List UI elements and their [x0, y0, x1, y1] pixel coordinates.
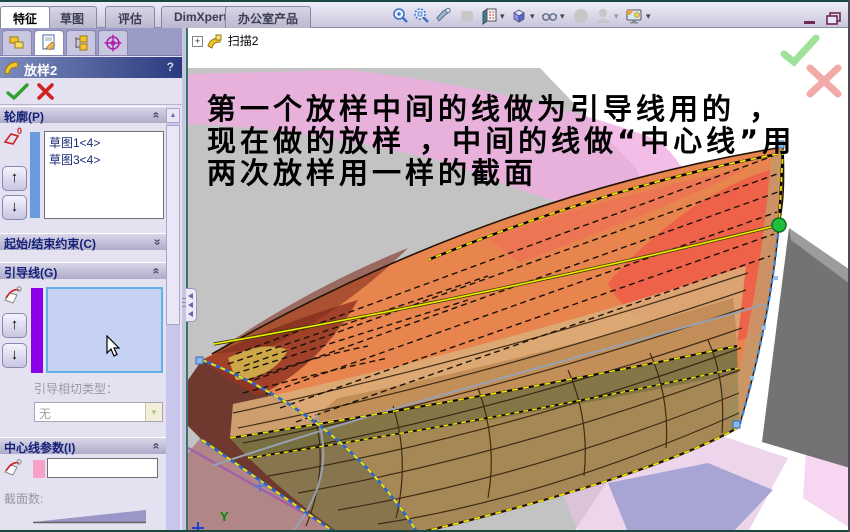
sweep-feature-icon [207, 34, 222, 50]
tangency-type-label: 引导相切类型： [34, 382, 119, 396]
tab-sketch[interactable]: 草图 [47, 6, 98, 28]
profiles-listbox[interactable]: 草图1<4> 草图3<4> [44, 131, 164, 219]
dropdown-arrow-icon[interactable]: ▾ [530, 11, 535, 22]
expand-chevron-icon[interactable]: « [150, 239, 164, 246]
help-button[interactable]: ? [167, 60, 174, 74]
tangency-value: 无 [39, 407, 52, 421]
collapse-chevron-icon[interactable]: « [150, 443, 164, 450]
section-count-slider[interactable] [33, 506, 146, 526]
configuration-manager-tab[interactable] [66, 30, 96, 56]
graphics-viewport[interactable]: Y + 扫描2 第一个放样中间的线做为引导线用的 ， 现在做的放样 ，中间的线做… [186, 28, 850, 532]
centerline-textbox[interactable] [47, 458, 158, 478]
dimxpert-manager-tab[interactable] [98, 30, 128, 56]
tab-evaluate[interactable]: 评估 [105, 6, 156, 28]
centerline-selector-icon [4, 459, 22, 476]
command-manager-toolbar: 特征 草图 评估 DimXpert 办公室产品 ▾ ▾ ▾ ▾ ▾ [0, 2, 848, 28]
guide-curve-selector-icon [4, 286, 22, 304]
dropdown-chevron-icon: ▾ [145, 403, 162, 421]
property-manager-panel: 放样2 ? 轮廓(P) « 0 草图1<4> 草图3<4> ↑ ↓ 起始/结束约… [0, 28, 182, 532]
profiles-callout-bar [30, 132, 40, 218]
svg-text:0: 0 [17, 126, 22, 136]
profiles-header-label: 轮廓(P) [4, 110, 44, 124]
collapse-chevron-icon[interactable]: « [150, 112, 164, 119]
ok-button[interactable] [6, 83, 30, 101]
appearance-scene-icon[interactable] [625, 7, 643, 25]
feature-manager-tab[interactable] [2, 30, 32, 56]
tangency-type-dropdown[interactable]: 无 ▾ [34, 402, 163, 422]
tab-office-products[interactable]: 办公室产品 [225, 6, 312, 28]
guide-curves-header-label: 引导线(G) [4, 266, 58, 280]
feature-title-bar: 放样2 ? [0, 57, 182, 78]
scrollbar-thumb[interactable] [166, 125, 180, 325]
window-border-top [0, 0, 850, 2]
tree-expand-icon[interactable]: + [192, 36, 203, 48]
collapse-chevron-icon[interactable]: « [150, 268, 164, 275]
profiles-section-header[interactable]: 轮廓(P) « [0, 106, 166, 124]
profile-selector-icon: 0 [3, 126, 22, 145]
guide-move-down-button[interactable]: ↓ [2, 343, 27, 368]
section-view-icon[interactable] [480, 7, 498, 25]
dropdown-arrow-icon: ▾ [614, 11, 619, 21]
dropdown-arrow-icon[interactable]: ▾ [560, 11, 565, 22]
guide-curves-listbox[interactable] [46, 287, 163, 373]
display-style-icon[interactable] [540, 7, 558, 25]
profile-item[interactable]: 草图1<4> [49, 135, 159, 152]
confirm-row [0, 78, 182, 105]
guide-callout-bar [31, 288, 43, 373]
view-orientation-icon[interactable] [510, 7, 528, 25]
manager-tab-bar [0, 28, 182, 56]
guide-move-up-button[interactable]: ↑ [2, 313, 27, 338]
loft-icon [4, 61, 19, 75]
profile-item[interactable]: 草图3<4> [49, 152, 159, 169]
cancel-button[interactable] [36, 82, 56, 102]
centerline-header-label: 中心线参数(I) [4, 441, 76, 455]
endpoint-handle[interactable] [771, 217, 787, 233]
tree-item-label[interactable]: 扫描2 [228, 34, 259, 48]
centerline-section-header[interactable]: 中心线参数(I) « [0, 437, 166, 455]
mouse-cursor-icon [106, 335, 121, 357]
panel-collapse-handle[interactable] [186, 288, 197, 322]
camera-icon [594, 7, 612, 25]
guide-curves-section-header[interactable]: 引导线(G) « [0, 262, 166, 280]
solidworks-window: 特征 草图 评估 DimXpert 办公室产品 ▾ ▾ ▾ ▾ ▾ 放样2 ? … [0, 0, 850, 532]
tab-features[interactable]: 特征 [0, 6, 51, 28]
minimize-button[interactable] [803, 12, 818, 24]
rollback-icon [458, 7, 476, 25]
feature-title: 放样2 [24, 63, 58, 78]
flyout-feature-tree[interactable]: + 扫描2 [192, 32, 259, 50]
y-axis-label: Y [220, 509, 229, 524]
move-down-button[interactable]: ↓ [2, 195, 27, 220]
scrollbar-up-arrow[interactable]: ▲ [166, 108, 180, 123]
zoom-to-area-icon[interactable] [413, 7, 431, 25]
panel-scrollbar[interactable]: ▲ [166, 108, 180, 532]
centerline-callout-bar [33, 460, 45, 478]
dropdown-arrow-icon[interactable]: ▾ [646, 11, 651, 22]
annotation-line-3: 两次放样用一样的截面 [207, 156, 538, 190]
start-end-section-header[interactable]: 起始/结束约束(C) « [0, 233, 166, 251]
zoom-in-icon[interactable] [392, 7, 410, 25]
magnifier-icon[interactable] [435, 7, 453, 25]
move-up-button[interactable]: ↑ [2, 166, 27, 191]
restore-button[interactable] [826, 12, 841, 25]
dropdown-arrow-icon[interactable]: ▾ [500, 11, 505, 22]
property-manager-tab[interactable] [34, 30, 64, 56]
start-end-header-label: 起始/结束约束(C) [4, 237, 96, 251]
shadows-icon [572, 7, 590, 25]
section-count-label: 截面数: [4, 492, 44, 506]
